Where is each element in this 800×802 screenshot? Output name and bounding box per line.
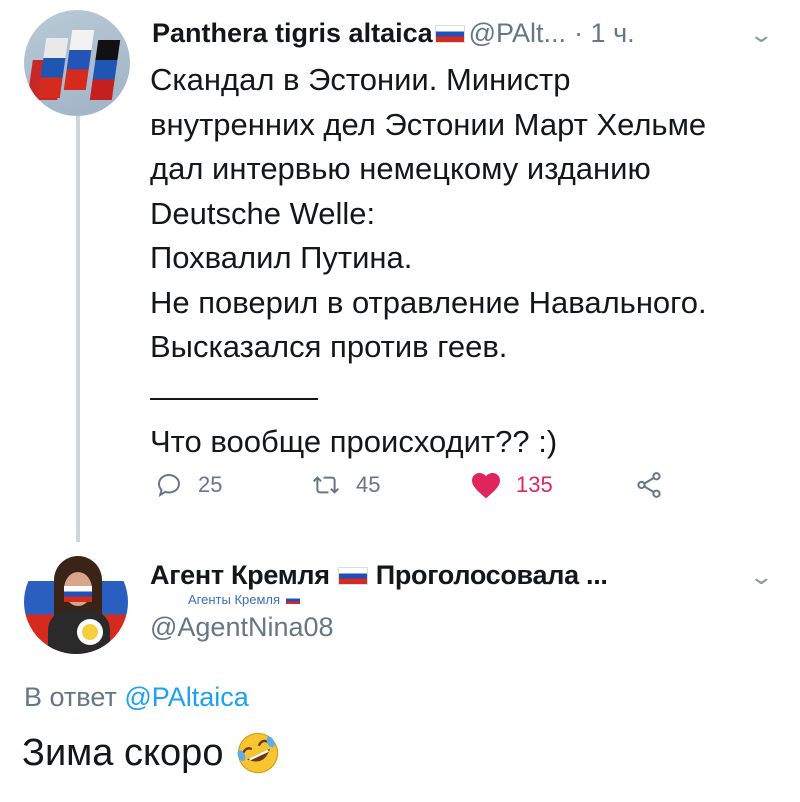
author-handle[interactable]: @AgentNina08 (150, 612, 334, 643)
author-name[interactable]: Panthera tigris altaica (152, 18, 433, 49)
separator-line (150, 397, 318, 400)
reply-icon (158, 474, 180, 498)
share-button[interactable] (634, 470, 664, 500)
tweet-line: дал интервью немецкому изданию (150, 151, 651, 186)
share-icon (637, 472, 661, 498)
reply-to-link[interactable]: @PAltaica (124, 682, 248, 712)
like-count: 135 (516, 472, 553, 497)
author-name[interactable]: Агент Кремля (150, 560, 330, 591)
russia-flag-icon (286, 595, 301, 604)
tweet-line: Скандал в Эстонии. Министр (150, 62, 571, 97)
tweet-text: Скандал в Эстонии. Министр внутренних де… (150, 58, 780, 464)
tweet-header: Агент Кремля Проголосовала ... (150, 560, 608, 591)
reply-prefix: В ответ (24, 682, 117, 712)
tweet-line: внутренних дел Эстонии Март Хельме (150, 106, 707, 142)
avatar[interactable] (24, 550, 128, 654)
retweet-icon (312, 476, 340, 494)
tweet-actions: 25 45 135 (150, 470, 670, 510)
tweet-time[interactable]: · 1 ч. (574, 18, 635, 49)
reply-count: 25 (198, 472, 223, 497)
author-handle[interactable]: @PAlt... (469, 18, 566, 49)
watermark-text: Агенты Кремля (188, 592, 281, 607)
reply-button[interactable]: 25 (154, 470, 222, 500)
tweet-line: Не поверил в отравление Навального. (150, 284, 707, 320)
rofl-emoji-icon (237, 732, 279, 774)
tweet-line: Зима скоро (22, 731, 224, 774)
chevron-down-icon[interactable]: ⌄ (748, 564, 774, 590)
russia-flag-icon (434, 24, 465, 43)
russia-flag-icon (337, 566, 368, 585)
tweet-line: Высказался против геев. (150, 329, 508, 364)
retweet-count: 45 (356, 472, 381, 497)
retweet-button[interactable]: 45 (310, 470, 380, 500)
reply-context: В ответ @PAltaica (24, 682, 249, 713)
like-button[interactable]: 135 (470, 470, 553, 500)
watermark: Агенты Кремля (188, 592, 304, 607)
author-bio-snippet[interactable]: Проголосовала ... (376, 560, 608, 591)
thread-connector-line (76, 112, 80, 542)
tweet-header: Panthera tigris altaica @PAlt... · 1 ч. (152, 18, 635, 49)
heart-icon (472, 473, 500, 499)
avatar[interactable] (24, 10, 130, 116)
tweet-line: Похвалил Путина. (150, 240, 413, 275)
tweet-text: Зима скоро (22, 730, 281, 776)
tweet-line: Что вообще происходит?? :) (150, 423, 558, 459)
chevron-down-icon[interactable]: ⌄ (748, 22, 774, 48)
tweet-line: Deutsche Welle: (150, 195, 376, 231)
